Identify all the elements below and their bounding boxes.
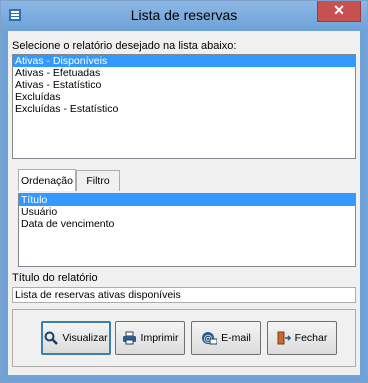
close-window-button[interactable]: ✕ [317,1,361,22]
email-button[interactable]: @ E-mail [191,321,261,355]
tab-filter[interactable]: Filtro [76,170,120,191]
report-item[interactable]: Ativas - Disponíveis [13,55,355,67]
tab-ordering[interactable]: Ordenação [18,169,76,191]
report-item[interactable]: Ativas - Estatístico [13,79,355,91]
title-bar[interactable]: Lista de reservas ✕ [1,1,367,29]
email-icon: @ [201,331,218,345]
report-title-label: Título do relatório [12,272,98,284]
report-item[interactable]: Excluídas [13,91,355,103]
ordering-item[interactable]: Data de vencimento [19,218,355,230]
action-buttons-group: Visualizar Imprimir @ E-mail Fechar [12,309,356,367]
report-item[interactable]: Ativas - Efetuadas [13,67,355,79]
view-button-label: Visualizar [62,332,108,344]
report-title-input[interactable]: Lista de reservas ativas disponíveis [12,287,356,303]
window-title: Lista de reservas [130,7,238,23]
ordering-item[interactable]: Título [19,194,355,206]
view-button[interactable]: Visualizar [41,321,111,355]
close-button[interactable]: Fechar [267,321,337,355]
print-button-label: Imprimir [140,332,179,344]
report-item[interactable]: Excluídas - Estatístico [13,103,355,115]
ordering-item[interactable]: Usuário [19,206,355,218]
magnifier-icon [44,331,59,345]
exit-door-icon [277,331,291,345]
close-button-label: Fechar [294,332,328,344]
print-button[interactable]: Imprimir [115,321,185,355]
report-prompt-label: Selecione o relatório desejado na lista … [12,40,237,52]
dialog-body: Selecione o relatório desejado na lista … [8,31,360,375]
main-window: Lista de reservas ✕ Selecione o relatóri… [0,0,368,383]
report-listbox[interactable]: Ativas - Disponíveis Ativas - Efetuadas … [12,54,356,159]
ordering-listbox[interactable]: Título Usuário Data de vencimento [18,193,356,267]
printer-icon [122,331,137,345]
email-button-label: E-mail [221,332,251,344]
